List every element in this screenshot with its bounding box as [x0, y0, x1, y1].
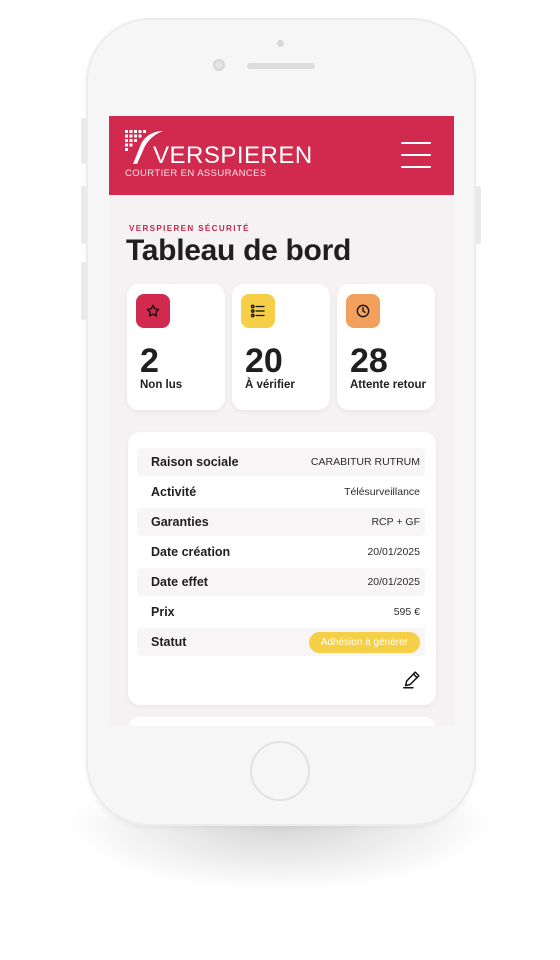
status-badge[interactable]: Adhésion à générer [308, 631, 420, 653]
detail-label: Activité [151, 485, 197, 499]
side-button [81, 262, 86, 320]
front-camera [213, 59, 225, 71]
app-header: VERSPIEREN COURTIER EN ASSURANCES [109, 116, 454, 195]
detail-row: Garanties RCP + GF [137, 508, 425, 536]
clock-icon [346, 294, 380, 328]
pencil-icon [403, 671, 420, 689]
proximity-sensor [277, 40, 284, 47]
stat-card-to-verify[interactable]: 20 À vérifier [232, 284, 330, 410]
stat-card-unread[interactable]: 2 Non lus [127, 284, 225, 410]
hamburger-menu-button[interactable] [401, 142, 431, 170]
brand-name: VERSPIEREN [153, 142, 313, 169]
side-button [81, 186, 86, 244]
detail-value: RCP + GF [371, 516, 420, 528]
star-icon [136, 294, 170, 328]
stat-value: 2 [140, 342, 159, 380]
page-title: Tableau de bord [126, 234, 351, 267]
next-card [128, 717, 436, 726]
detail-value: 20/01/2025 [367, 576, 420, 588]
stat-label: À vérifier [245, 379, 295, 391]
detail-value: CARABITUR RUTRUM [310, 456, 420, 468]
detail-value: Télésurveillance [344, 486, 420, 498]
detail-label: Garanties [151, 515, 209, 529]
brand-tagline: COURTIER EN ASSURANCES [125, 168, 267, 179]
detail-row: Date effet 20/01/2025 [137, 568, 425, 596]
edit-button[interactable] [401, 668, 423, 690]
detail-row: Activité Télésurveillance [137, 478, 425, 506]
detail-label: Statut [151, 635, 187, 649]
detail-value: 20/01/2025 [367, 546, 420, 558]
detail-row-status: Statut Adhésion à générer [137, 628, 425, 656]
detail-value: 595 € [393, 606, 420, 618]
stat-label: Non lus [140, 379, 183, 391]
section-eyebrow: VERSPIEREN SÉCURITÉ [129, 224, 250, 233]
hamburger-menu-icon [401, 142, 431, 144]
side-button [81, 118, 86, 164]
contract-details-card: Raison sociale CARABITUR RUTRUM Activité… [128, 432, 436, 705]
detail-row: Date création 20/01/2025 [137, 538, 425, 566]
stat-label: Attente retour [350, 379, 427, 391]
detail-label: Date effet [151, 575, 208, 589]
hamburger-menu-icon [401, 166, 431, 168]
stat-card-awaiting-reply[interactable]: 28 Attente retour [337, 284, 435, 410]
stat-value: 28 [350, 342, 388, 380]
home-button[interactable] [250, 741, 310, 801]
detail-label: Date création [151, 545, 231, 559]
app-screen: VERSPIEREN COURTIER EN ASSURANCES VERSPI… [109, 116, 454, 726]
side-button [476, 186, 481, 244]
detail-row: Raison sociale CARABITUR RUTRUM [137, 448, 425, 476]
hamburger-menu-icon [401, 154, 431, 156]
detail-label: Raison sociale [151, 455, 239, 469]
stat-value: 20 [245, 342, 283, 380]
checklist-icon [241, 294, 275, 328]
detail-row: Prix 595 € [137, 598, 425, 626]
detail-label: Prix [151, 605, 175, 619]
earpiece-speaker [247, 63, 315, 69]
